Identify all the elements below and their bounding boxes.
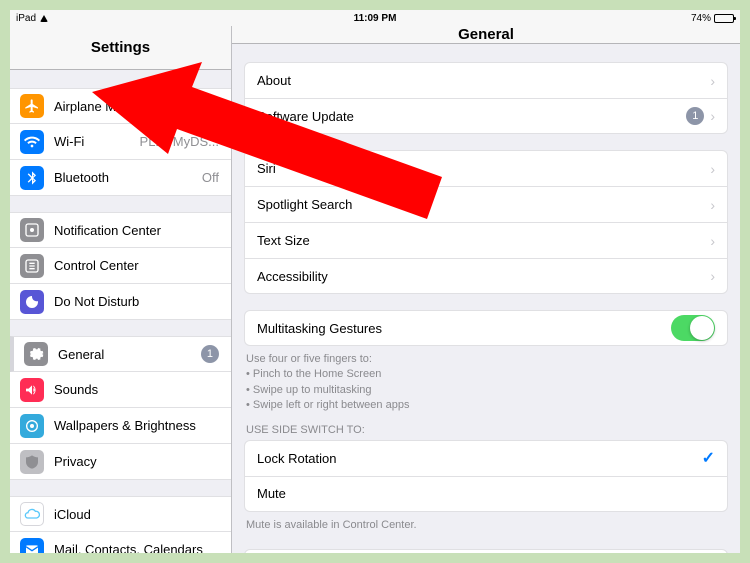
notification-icon	[20, 218, 44, 242]
airplane-icon	[20, 94, 44, 118]
row-siri[interactable]: Siri ›	[244, 150, 728, 186]
row-label: Multitasking Gestures	[257, 321, 382, 336]
general-pane: General About›Software Update1›Siri›Spot…	[232, 26, 740, 553]
sidebar-item-wallpapers-brightness[interactable]: Wallpapers & Brightness	[10, 408, 231, 444]
row-label: Spotlight Search	[257, 197, 352, 212]
status-bar: iPad 11:09 PM 74%	[10, 10, 740, 26]
sidebar-item-notification-center[interactable]: Notification Center	[10, 212, 231, 248]
sidebar-item-wi-fi[interactable]: Wi-Fi PLDTMyDS...	[10, 124, 231, 160]
row-label: Mute	[257, 486, 286, 501]
sidebar-item-label: Bluetooth	[54, 170, 109, 185]
sidebar-item-label: Do Not Disturb	[54, 294, 139, 309]
row-label: Lock Rotation	[257, 451, 337, 466]
battery-icon	[714, 14, 734, 23]
sidebar-item-detail: PLDTMyDS...	[140, 134, 219, 149]
sidebar-item-control-center[interactable]: Control Center	[10, 248, 231, 284]
sidebar-title: Settings	[10, 26, 231, 70]
row-mute[interactable]: Mute	[244, 476, 728, 512]
main-title: General	[232, 26, 740, 44]
wifi-icon	[40, 15, 48, 22]
chevron-right-icon: ›	[710, 73, 715, 89]
row-software-update[interactable]: Software Update 1 ›	[244, 98, 728, 134]
sidebar-item-label: Control Center	[54, 258, 139, 273]
row-label: Software Update	[257, 109, 354, 124]
sidebar-item-detail: Off	[202, 170, 219, 185]
row-accessibility[interactable]: Accessibility ›	[244, 258, 728, 294]
row-about[interactable]: About ›	[244, 62, 728, 98]
sidebar-item-label: Sounds	[54, 382, 98, 397]
row-text-size[interactable]: Text Size ›	[244, 222, 728, 258]
sidebar-item-general[interactable]: General 1	[10, 336, 231, 372]
settings-sidebar: Settings Airplane Mode Wi-Fi PLDTMyDS... Bl…	[10, 26, 232, 553]
sidebar-item-privacy[interactable]: Privacy	[10, 444, 231, 480]
device-label: iPad	[16, 13, 36, 24]
sidebar-item-label: Wi-Fi	[54, 134, 84, 149]
sidebar-item-mail-contacts-calendars[interactable]: Mail, Contacts, Calendars	[10, 532, 231, 553]
battery-percent: 74%	[691, 13, 711, 24]
sidebar-item-icloud[interactable]: iCloud	[10, 496, 231, 532]
row-multitasking-gestures[interactable]: Multitasking Gestures	[244, 310, 728, 346]
sidebar-item-sounds[interactable]: Sounds	[10, 372, 231, 408]
chevron-right-icon: ›	[710, 108, 715, 124]
checkmark-icon: ✓	[702, 448, 715, 468]
settings-app-screen: iPad 11:09 PM 74% Settings Airplane Mode…	[10, 10, 740, 553]
row-label: Siri	[257, 161, 276, 176]
sidebar-item-label: iCloud	[54, 507, 91, 522]
mail-icon	[20, 538, 44, 554]
sidebar-item-airplane-mode[interactable]: Airplane Mode	[10, 88, 231, 124]
chevron-right-icon: ›	[710, 197, 715, 213]
toggle-switch[interactable]	[175, 93, 219, 119]
sidebar-item-label: Privacy	[54, 454, 97, 469]
badge: 1	[201, 345, 219, 363]
status-time: 11:09 PM	[354, 13, 397, 24]
sidebar-item-label: Mail, Contacts, Calendars	[54, 542, 203, 553]
sidebar-item-label: Airplane Mode	[54, 99, 138, 114]
row-label: Accessibility	[257, 269, 328, 284]
sidebar-item-label: General	[58, 347, 104, 362]
cloud-icon	[20, 502, 44, 526]
section-footer: Mute is available in Control Center.	[232, 512, 740, 533]
sidebar-item-do-not-disturb[interactable]: Do Not Disturb	[10, 284, 231, 320]
sidebar-item-bluetooth[interactable]: Bluetooth Off	[10, 160, 231, 196]
chevron-right-icon: ›	[710, 233, 715, 249]
chevron-right-icon: ›	[710, 161, 715, 177]
section-header: USE SIDE SWITCH TO:	[232, 414, 740, 440]
row-lock-rotation[interactable]: Lock Rotation ✓	[244, 440, 728, 476]
chevron-right-icon: ›	[710, 268, 715, 284]
wallpaper-icon	[20, 414, 44, 438]
wifi-icon	[20, 130, 44, 154]
row-usage[interactable]: Usage›	[244, 549, 728, 553]
row-label: Text Size	[257, 233, 310, 248]
row-label: About	[257, 73, 291, 88]
control-icon	[20, 254, 44, 278]
gear-icon	[24, 342, 48, 366]
toggle-switch[interactable]	[671, 315, 715, 341]
sound-icon	[20, 378, 44, 402]
sidebar-item-label: Notification Center	[54, 223, 161, 238]
badge: 1	[686, 107, 704, 125]
sidebar-item-label: Wallpapers & Brightness	[54, 418, 196, 433]
section-footer: Use four or five fingers to:• Pinch to t…	[232, 346, 740, 414]
privacy-icon	[20, 450, 44, 474]
moon-icon	[20, 290, 44, 314]
row-spotlight-search[interactable]: Spotlight Search ›	[244, 186, 728, 222]
bluetooth-icon	[20, 166, 44, 190]
